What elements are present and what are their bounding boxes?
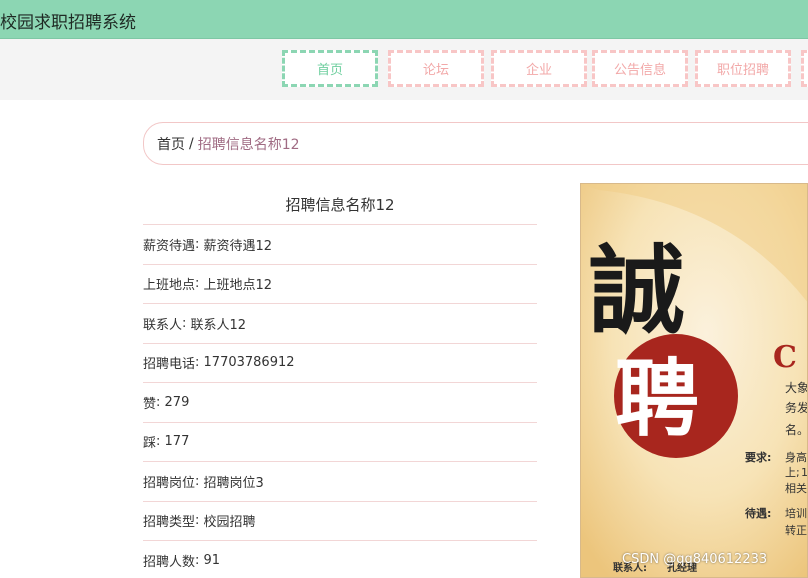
field-headcount: 招聘人数: 91: [143, 541, 537, 578]
poster-pay-label: 待遇:: [744, 506, 771, 520]
field-label: 招聘类型: [143, 515, 196, 531]
breadcrumb: 首页 / 招聘信息名称12: [143, 122, 808, 165]
breadcrumb-separator: /: [189, 135, 194, 152]
field-value: 联系人12: [190, 317, 247, 333]
poster-line-2: 务发: [785, 400, 808, 415]
poster-pay-2: 转正: [785, 523, 807, 537]
poster-char-cheng: 誠: [589, 234, 685, 347]
field-value: 薪资待遇12: [203, 238, 273, 254]
field-label: 招聘人数: [143, 554, 196, 570]
nav-bar: 首页 论坛 企业 公告信息 职位招聘: [0, 39, 808, 100]
field-likes: 赞: 279: [143, 383, 537, 423]
poster-requirement-1: 身高: [785, 450, 807, 464]
breadcrumb-current: 招聘信息名称12: [197, 136, 300, 153]
field-value: 上班地点12: [203, 278, 273, 294]
poster-requirement-2: 上;: [785, 466, 800, 479]
field-phone: 招聘电话: 17703786912: [143, 344, 537, 383]
poster-requirement-label: 要求:: [745, 450, 771, 464]
poster-requirement-3: 相关: [785, 481, 807, 495]
poster-heading-partial: C: [773, 340, 797, 375]
breadcrumb-home-link[interactable]: 首页: [157, 134, 185, 154]
field-label: 联系人: [143, 317, 183, 333]
field-label: 招聘电话: [143, 357, 196, 373]
detail-field-list: 薪资待遇: 薪资待遇12 上班地点: 上班地点12 联系人: 联系人12 招聘电…: [143, 225, 537, 578]
nav-item-jobs[interactable]: 职位招聘: [695, 50, 791, 87]
field-label: 上班地点: [143, 278, 196, 294]
poster-requirement-2-digit: 1: [801, 466, 808, 479]
field-value: 17703786912: [203, 355, 295, 371]
nav-item-home[interactable]: 首页: [282, 50, 378, 87]
field-salary: 薪资待遇: 薪资待遇12: [143, 225, 537, 265]
poster-char-pin: 聘: [615, 349, 699, 448]
nav-item-forum[interactable]: 论坛: [388, 50, 484, 87]
field-value: 177: [164, 434, 190, 450]
nav-item-announcement[interactable]: 公告信息: [592, 50, 688, 87]
poster-pay-1: 培训: [785, 506, 807, 520]
field-position: 招聘岗位: 招聘岗位3: [143, 462, 537, 502]
field-label: 踩: [143, 436, 157, 452]
poster-line-3: 名。: [785, 422, 808, 437]
detail-title: 招聘信息名称12: [285, 196, 395, 214]
field-label: 薪资待遇: [143, 238, 196, 254]
poster-line-1: 大象: [785, 381, 808, 395]
recruitment-poster-image: 誠 聘 C 大象 务发 名。 要求: 身高 上; 1 相关 待遇: 培训 转正 …: [580, 183, 808, 578]
field-label: 招聘岗位: [143, 475, 196, 491]
field-dislikes: 踩: 177: [143, 423, 537, 462]
field-value: 招聘岗位3: [203, 475, 264, 491]
field-contact-person: 联系人: 联系人12: [143, 304, 537, 344]
app-title: 校园求职招聘系统: [0, 13, 136, 33]
field-label: 赞: [143, 396, 157, 412]
field-work-location: 上班地点: 上班地点12: [143, 265, 537, 304]
field-value: 91: [203, 552, 221, 568]
poster-artwork: 誠 聘 C 大象 务发 名。 要求: 身高 上; 1 相关 待遇: 培训 转正 …: [581, 184, 808, 577]
nav-item-company[interactable]: 企业: [491, 50, 587, 87]
nav-item-more[interactable]: [801, 50, 808, 87]
app-header: 校园求职招聘系统: [0, 0, 808, 39]
csdn-watermark: CSDN @qq840612233: [622, 552, 768, 567]
field-recruit-type: 招聘类型: 校园招聘: [143, 502, 537, 541]
field-value: 279: [164, 394, 190, 410]
field-value: 校园招聘: [203, 515, 256, 531]
